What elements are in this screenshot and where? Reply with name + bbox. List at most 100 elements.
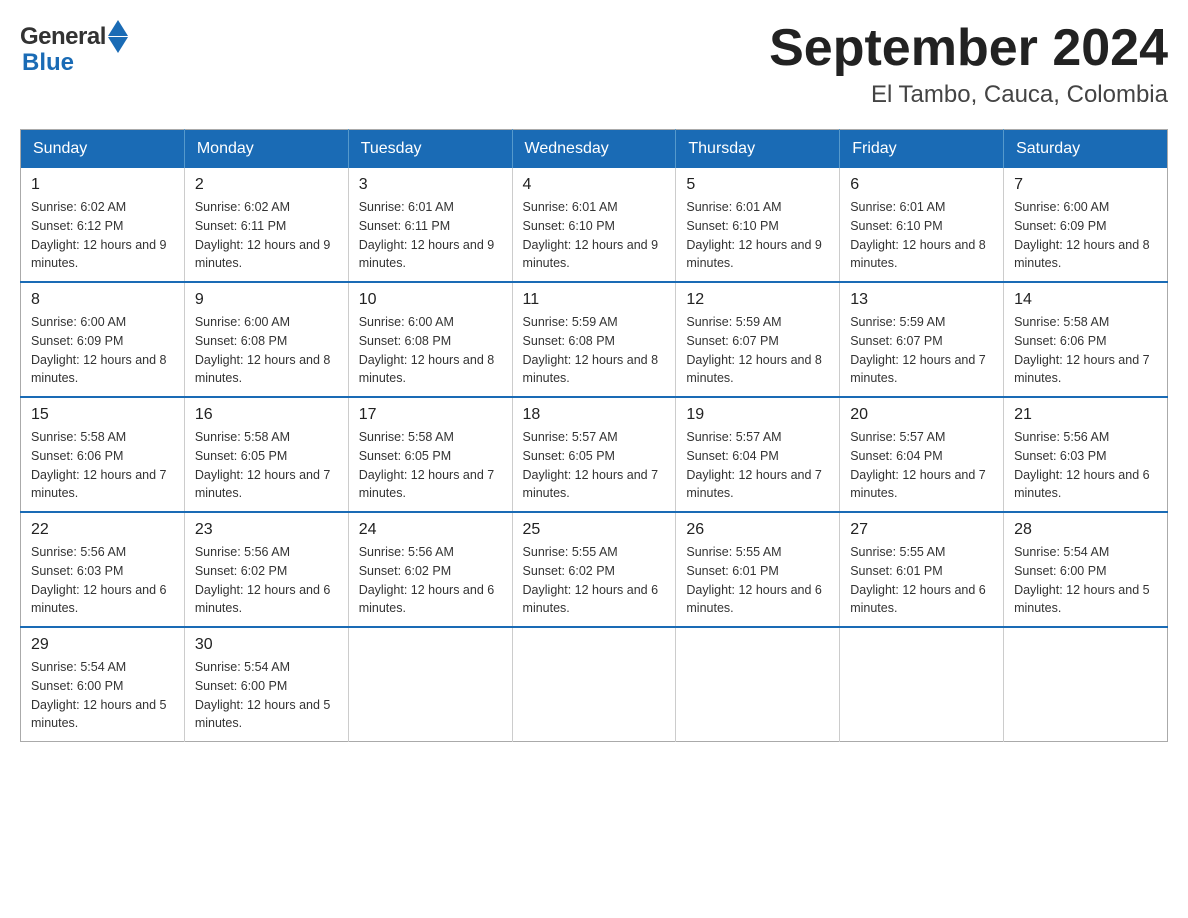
day-info: Sunrise: 6:01 AMSunset: 6:10 PMDaylight:… <box>686 198 829 273</box>
logo-blue-text: Blue <box>22 49 74 77</box>
day-info: Sunrise: 6:02 AMSunset: 6:11 PMDaylight:… <box>195 198 338 273</box>
table-row: 25 Sunrise: 5:55 AMSunset: 6:02 PMDaylig… <box>512 512 676 627</box>
day-info: Sunrise: 5:56 AMSunset: 6:03 PMDaylight:… <box>1014 428 1157 503</box>
day-number: 5 <box>686 176 829 194</box>
table-row: 24 Sunrise: 5:56 AMSunset: 6:02 PMDaylig… <box>348 512 512 627</box>
table-row: 2 Sunrise: 6:02 AMSunset: 6:11 PMDayligh… <box>184 168 348 282</box>
table-row: 22 Sunrise: 5:56 AMSunset: 6:03 PMDaylig… <box>21 512 185 627</box>
day-number: 16 <box>195 406 338 424</box>
day-number: 8 <box>31 291 174 309</box>
table-row: 15 Sunrise: 5:58 AMSunset: 6:06 PMDaylig… <box>21 397 185 512</box>
table-row: 29 Sunrise: 5:54 AMSunset: 6:00 PMDaylig… <box>21 627 185 742</box>
table-row: 14 Sunrise: 5:58 AMSunset: 6:06 PMDaylig… <box>1004 282 1168 397</box>
day-number: 24 <box>359 521 502 539</box>
day-number: 25 <box>523 521 666 539</box>
day-number: 2 <box>195 176 338 194</box>
day-number: 18 <box>523 406 666 424</box>
calendar-title-area: September 2024 El Tambo, Cauca, Colombia <box>769 20 1168 109</box>
calendar-title: September 2024 <box>769 20 1168 77</box>
day-info: Sunrise: 5:55 AMSunset: 6:01 PMDaylight:… <box>850 543 993 618</box>
calendar-header-row: Sunday Monday Tuesday Wednesday Thursday… <box>21 130 1168 169</box>
table-row: 23 Sunrise: 5:56 AMSunset: 6:02 PMDaylig… <box>184 512 348 627</box>
table-row: 20 Sunrise: 5:57 AMSunset: 6:04 PMDaylig… <box>840 397 1004 512</box>
logo-triangle-up-icon <box>108 20 128 36</box>
table-row: 6 Sunrise: 6:01 AMSunset: 6:10 PMDayligh… <box>840 168 1004 282</box>
page-header: General Blue September 2024 El Tambo, Ca… <box>20 20 1168 109</box>
table-row <box>1004 627 1168 742</box>
table-row: 8 Sunrise: 6:00 AMSunset: 6:09 PMDayligh… <box>21 282 185 397</box>
table-row: 19 Sunrise: 5:57 AMSunset: 6:04 PMDaylig… <box>676 397 840 512</box>
day-info: Sunrise: 5:56 AMSunset: 6:02 PMDaylight:… <box>359 543 502 618</box>
table-row <box>512 627 676 742</box>
calendar-subtitle: El Tambo, Cauca, Colombia <box>769 81 1168 109</box>
day-info: Sunrise: 6:00 AMSunset: 6:09 PMDaylight:… <box>1014 198 1157 273</box>
day-info: Sunrise: 5:59 AMSunset: 6:08 PMDaylight:… <box>523 313 666 388</box>
day-number: 4 <box>523 176 666 194</box>
day-info: Sunrise: 6:02 AMSunset: 6:12 PMDaylight:… <box>31 198 174 273</box>
day-number: 3 <box>359 176 502 194</box>
day-number: 17 <box>359 406 502 424</box>
day-info: Sunrise: 6:01 AMSunset: 6:11 PMDaylight:… <box>359 198 502 273</box>
day-number: 30 <box>195 636 338 654</box>
day-number: 23 <box>195 521 338 539</box>
table-row: 26 Sunrise: 5:55 AMSunset: 6:01 PMDaylig… <box>676 512 840 627</box>
day-info: Sunrise: 5:56 AMSunset: 6:03 PMDaylight:… <box>31 543 174 618</box>
table-row: 11 Sunrise: 5:59 AMSunset: 6:08 PMDaylig… <box>512 282 676 397</box>
table-row: 5 Sunrise: 6:01 AMSunset: 6:10 PMDayligh… <box>676 168 840 282</box>
day-info: Sunrise: 5:56 AMSunset: 6:02 PMDaylight:… <box>195 543 338 618</box>
day-number: 15 <box>31 406 174 424</box>
day-number: 9 <box>195 291 338 309</box>
col-wednesday: Wednesday <box>512 130 676 169</box>
table-row <box>840 627 1004 742</box>
day-info: Sunrise: 5:59 AMSunset: 6:07 PMDaylight:… <box>686 313 829 388</box>
table-row <box>348 627 512 742</box>
table-row: 4 Sunrise: 6:01 AMSunset: 6:10 PMDayligh… <box>512 168 676 282</box>
table-row: 1 Sunrise: 6:02 AMSunset: 6:12 PMDayligh… <box>21 168 185 282</box>
day-info: Sunrise: 5:58 AMSunset: 6:05 PMDaylight:… <box>195 428 338 503</box>
day-number: 14 <box>1014 291 1157 309</box>
day-info: Sunrise: 5:55 AMSunset: 6:01 PMDaylight:… <box>686 543 829 618</box>
day-number: 7 <box>1014 176 1157 194</box>
table-row: 27 Sunrise: 5:55 AMSunset: 6:01 PMDaylig… <box>840 512 1004 627</box>
day-number: 12 <box>686 291 829 309</box>
day-info: Sunrise: 5:58 AMSunset: 6:06 PMDaylight:… <box>1014 313 1157 388</box>
day-info: Sunrise: 5:59 AMSunset: 6:07 PMDaylight:… <box>850 313 993 388</box>
day-number: 19 <box>686 406 829 424</box>
table-row: 28 Sunrise: 5:54 AMSunset: 6:00 PMDaylig… <box>1004 512 1168 627</box>
day-number: 6 <box>850 176 993 194</box>
table-row: 21 Sunrise: 5:56 AMSunset: 6:03 PMDaylig… <box>1004 397 1168 512</box>
calendar-week-row: 1 Sunrise: 6:02 AMSunset: 6:12 PMDayligh… <box>21 168 1168 282</box>
col-thursday: Thursday <box>676 130 840 169</box>
table-row: 30 Sunrise: 5:54 AMSunset: 6:00 PMDaylig… <box>184 627 348 742</box>
col-sunday: Sunday <box>21 130 185 169</box>
day-number: 26 <box>686 521 829 539</box>
table-row: 16 Sunrise: 5:58 AMSunset: 6:05 PMDaylig… <box>184 397 348 512</box>
day-info: Sunrise: 5:58 AMSunset: 6:06 PMDaylight:… <box>31 428 174 503</box>
logo: General Blue <box>20 20 128 77</box>
table-row: 3 Sunrise: 6:01 AMSunset: 6:11 PMDayligh… <box>348 168 512 282</box>
table-row: 7 Sunrise: 6:00 AMSunset: 6:09 PMDayligh… <box>1004 168 1168 282</box>
calendar-week-row: 15 Sunrise: 5:58 AMSunset: 6:06 PMDaylig… <box>21 397 1168 512</box>
day-info: Sunrise: 5:57 AMSunset: 6:04 PMDaylight:… <box>686 428 829 503</box>
day-info: Sunrise: 5:54 AMSunset: 6:00 PMDaylight:… <box>31 658 174 733</box>
calendar-week-row: 29 Sunrise: 5:54 AMSunset: 6:00 PMDaylig… <box>21 627 1168 742</box>
day-info: Sunrise: 6:01 AMSunset: 6:10 PMDaylight:… <box>523 198 666 273</box>
calendar-week-row: 8 Sunrise: 6:00 AMSunset: 6:09 PMDayligh… <box>21 282 1168 397</box>
day-info: Sunrise: 6:01 AMSunset: 6:10 PMDaylight:… <box>850 198 993 273</box>
table-row <box>676 627 840 742</box>
day-number: 28 <box>1014 521 1157 539</box>
day-number: 20 <box>850 406 993 424</box>
day-info: Sunrise: 6:00 AMSunset: 6:08 PMDaylight:… <box>359 313 502 388</box>
col-friday: Friday <box>840 130 1004 169</box>
table-row: 13 Sunrise: 5:59 AMSunset: 6:07 PMDaylig… <box>840 282 1004 397</box>
day-number: 21 <box>1014 406 1157 424</box>
calendar-week-row: 22 Sunrise: 5:56 AMSunset: 6:03 PMDaylig… <box>21 512 1168 627</box>
day-info: Sunrise: 5:54 AMSunset: 6:00 PMDaylight:… <box>1014 543 1157 618</box>
table-row: 18 Sunrise: 5:57 AMSunset: 6:05 PMDaylig… <box>512 397 676 512</box>
day-number: 22 <box>31 521 174 539</box>
day-info: Sunrise: 5:57 AMSunset: 6:05 PMDaylight:… <box>523 428 666 503</box>
col-saturday: Saturday <box>1004 130 1168 169</box>
day-number: 1 <box>31 176 174 194</box>
day-info: Sunrise: 5:54 AMSunset: 6:00 PMDaylight:… <box>195 658 338 733</box>
day-info: Sunrise: 6:00 AMSunset: 6:08 PMDaylight:… <box>195 313 338 388</box>
